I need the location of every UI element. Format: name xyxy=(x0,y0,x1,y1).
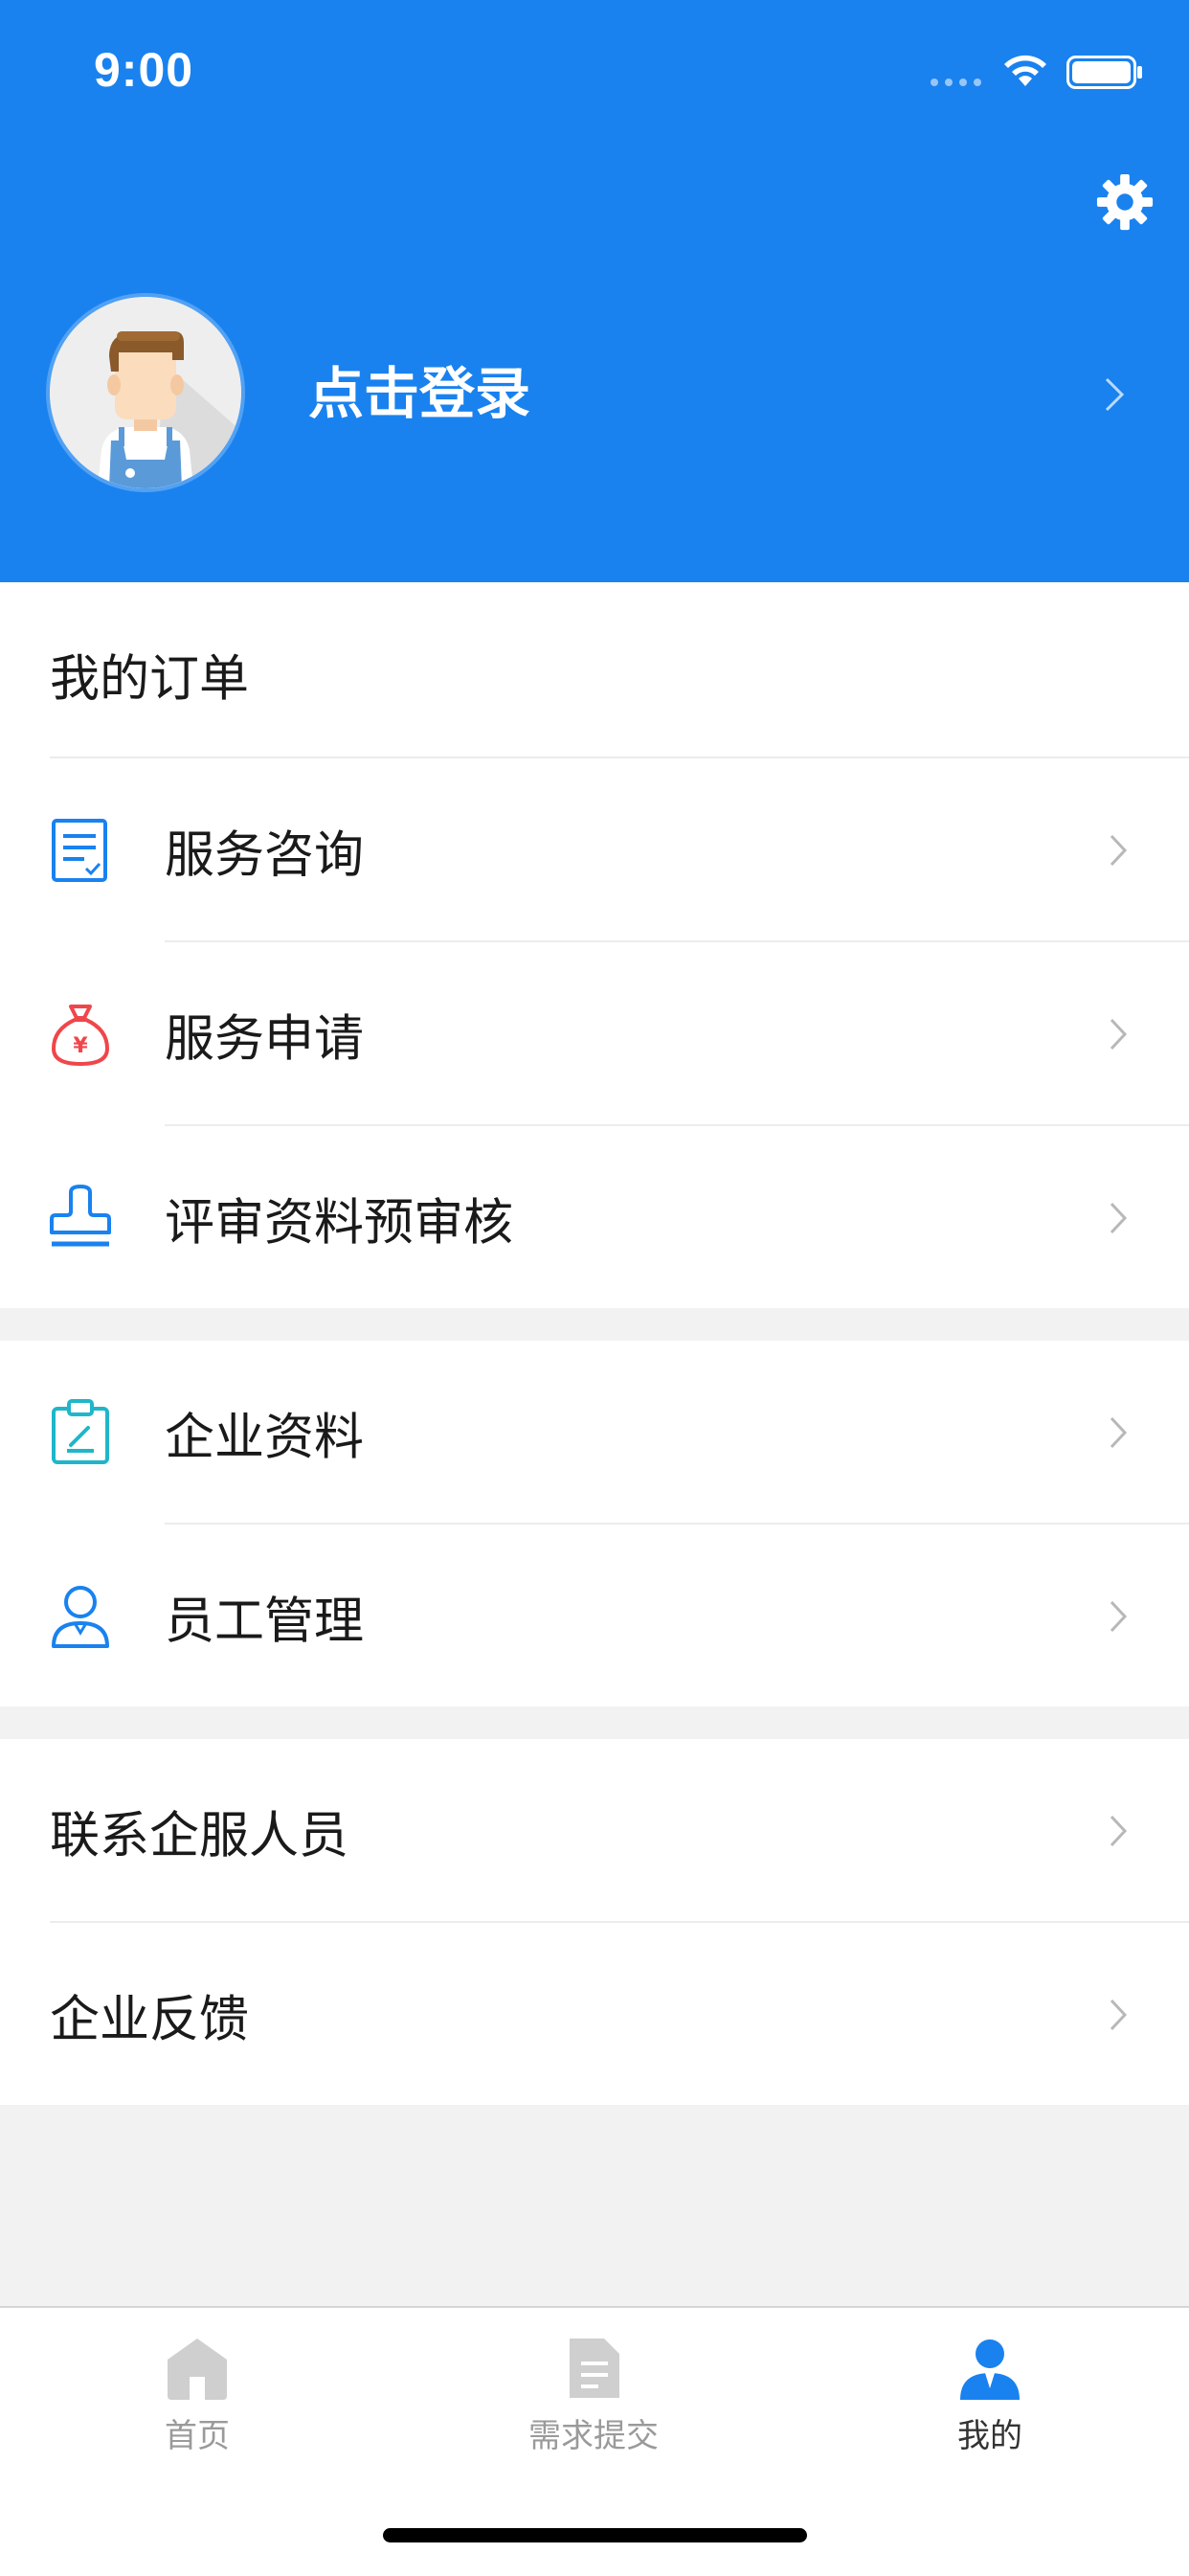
row-label: 服务咨询 xyxy=(165,826,365,884)
row-review-material[interactable]: 评审资料预审核 xyxy=(0,1126,1189,1309)
status-time: 9:00 xyxy=(94,43,194,97)
orders-header-row: 我的订单 xyxy=(0,582,1189,765)
gear-icon[interactable] xyxy=(1095,172,1155,232)
row-label: 企业资料 xyxy=(165,1409,365,1466)
tab-home[interactable]: 首页 xyxy=(82,2335,312,2456)
home-icon xyxy=(168,2339,227,2400)
tab-submit-request[interactable]: 需求提交 xyxy=(479,2335,708,2456)
chevron-right-icon xyxy=(1110,1018,1128,1050)
row-service-apply[interactable]: ¥ 服务申请 xyxy=(0,942,1189,1125)
document-icon xyxy=(570,2339,619,2398)
company-section: 企业资料 员工管理 xyxy=(0,1341,1189,1706)
row-label: 评审资料预审核 xyxy=(165,1194,514,1252)
money-bag-icon: ¥ xyxy=(52,1004,109,1066)
svg-text:¥: ¥ xyxy=(73,1034,88,1058)
home-indicator xyxy=(383,2528,807,2542)
row-company-profile[interactable]: 企业资料 xyxy=(0,1341,1189,1524)
row-label: 联系企服人员 xyxy=(50,1807,349,1864)
tab-label: 需求提交 xyxy=(528,2417,659,2455)
worker-avatar-icon xyxy=(50,297,241,488)
chevron-right-icon xyxy=(1110,1202,1128,1233)
clipboard-edit-icon xyxy=(52,1398,109,1464)
row-label: 服务申请 xyxy=(165,1010,365,1068)
row-feedback[interactable]: 企业反馈 xyxy=(0,1923,1189,2106)
avatar[interactable] xyxy=(50,297,241,488)
row-contact-staff[interactable]: 联系企服人员 xyxy=(0,1739,1189,1922)
tab-label: 我的 xyxy=(957,2417,1022,2455)
row-service-consult[interactable]: 服务咨询 xyxy=(0,758,1189,941)
user-icon xyxy=(52,1585,109,1648)
wifi-icon xyxy=(1004,55,1046,86)
tab-label: 首页 xyxy=(165,2417,230,2455)
profile-header: 9:00 点击登录 xyxy=(0,0,1189,582)
cellular-signal-icon xyxy=(931,79,981,86)
document-check-icon xyxy=(52,818,107,882)
row-label: 企业反馈 xyxy=(50,1991,250,2048)
chevron-right-icon xyxy=(1110,1999,1128,2030)
chevron-right-icon xyxy=(1110,1416,1128,1448)
orders-section: 我的订单 服务咨询 ¥ 服务申请 评审资料预审核 xyxy=(0,582,1189,1308)
stamp-icon xyxy=(50,1184,111,1246)
tab-mine[interactable]: 我的 xyxy=(875,2335,1105,2456)
contact-section: 联系企服人员 企业反馈 xyxy=(0,1739,1189,2105)
battery-icon xyxy=(1066,56,1142,89)
row-staff-management[interactable]: 员工管理 xyxy=(0,1525,1189,1707)
row-label: 员工管理 xyxy=(165,1593,365,1650)
login-prompt[interactable]: 点击登录 xyxy=(308,360,530,427)
section-title: 我的订单 xyxy=(50,650,250,708)
chevron-right-icon xyxy=(1110,1815,1128,1846)
chevron-right-icon xyxy=(1110,1600,1128,1632)
profile-icon xyxy=(960,2339,1020,2400)
chevron-right-icon xyxy=(1110,834,1128,866)
chevron-right-icon[interactable] xyxy=(1103,375,1126,414)
